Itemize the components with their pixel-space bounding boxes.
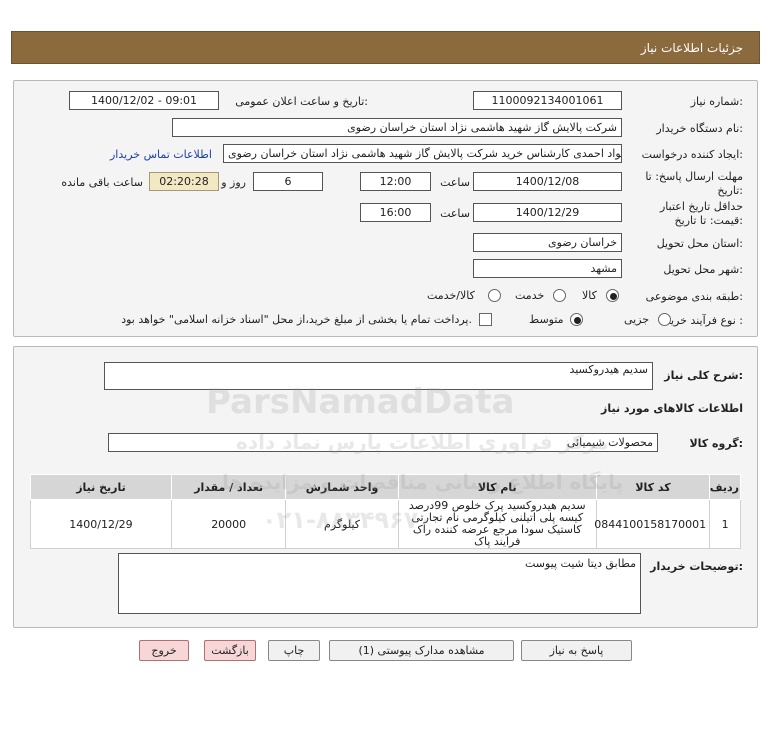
category-option-goods: کالا [582,289,597,302]
category-option-service: خدمت [515,289,545,302]
deadline-time-field: 12:00 [360,172,431,191]
cell-item-name: سدیم هیدروکسید پرک خلوص 99درصد کیسه پلی … [397,499,597,549]
announce-datetime-label: تاریخ و ساعت اعلان عمومی: [235,95,368,108]
price-validity-date-field: 1400/12/29 [473,203,622,222]
page-title: جزئیات اطلاعات نیاز [640,41,743,55]
table-row: 1 0844100158170001 سدیم هیدروکسید پرک خل… [30,499,741,549]
process-option-medium: متوسط [529,313,564,326]
col-item-code: کد کالا [595,474,711,500]
treasury-payment-checkbox[interactable] [479,313,492,326]
buyer-contact-link[interactable]: اطلاعات تماس خریدار [110,148,212,161]
treasury-payment-note: پرداخت تمام یا بخشی از مبلغ خرید،از محل … [121,313,472,326]
cell-row-number: 1 [709,499,741,549]
delivery-city-label: شهر محل تحویل: [663,263,743,276]
back-button[interactable]: بازگشت [204,640,256,661]
price-validity-time-field: 16:00 [360,203,431,222]
col-need-date: تاریخ نیاز [30,474,172,500]
deadline-label-line1: مهلت ارسال پاسخ: تا [645,170,743,183]
view-attachments-button[interactable]: مشاهده مدارک پیوستی (1) [329,640,514,661]
table-header-row: ردیف کد کالا نام کالا واحد شمارش تعداد /… [30,474,741,500]
price-validity-time-label: ساعت [440,207,470,220]
col-row-number: ردیف [709,474,741,500]
page-header: جزئیات اطلاعات نیاز [11,31,760,64]
col-item-name: نام کالا [397,474,597,500]
price-validity-label-line1: حداقل تاریخ اعتبار [659,200,743,213]
cell-quantity: 20000 [170,499,287,549]
cell-unit: کیلوگرم [285,499,399,549]
days-label: روز و [221,176,246,189]
deadline-label-line2: تاریخ: [717,184,743,197]
announce-datetime-field: 1400/12/02 - 09:01 [69,91,219,110]
category-label: طبقه بندی موضوعی: [645,290,743,303]
process-radio-minor[interactable] [658,313,671,326]
need-summary-field: سدیم هیدروکسید [104,362,653,390]
cell-need-date: 1400/12/29 [30,499,172,549]
remaining-time-label: ساعت باقی مانده [61,176,143,189]
goods-info-title: اطلاعات کالاهای مورد نیاز [601,402,743,415]
process-radio-medium[interactable] [570,313,583,326]
col-quantity: تعداد / مقدار [170,474,287,500]
deadline-label: مهلت ارسال پاسخ: تا تاریخ: [645,170,743,198]
price-validity-label-line2: قیمت: تا تاریخ: [674,214,743,227]
process-type-label: نوع فرآیند خرید : [665,314,743,327]
request-creator-field: جواد احمدی کارشناس خرید شرکت پالایش گاز … [223,144,622,163]
price-validity-label: حداقل تاریخ اعتبار قیمت: تا تاریخ: [660,200,743,228]
delivery-province-label: استان محل تحویل: [656,237,743,250]
buyer-notes-field: مطابق دیتا شیت پیوست [118,553,641,614]
category-option-goods-service: کالا/خدمت [427,289,475,302]
goods-group-label: گروه کالا: [689,437,743,450]
need-number-field: 1100092134001061 [473,91,622,110]
buyer-org-label: نام دستگاه خریدار: [656,122,743,135]
category-radio-goods[interactable] [606,289,619,302]
need-summary-label: شرح کلی نیاز: [664,369,743,382]
buyer-org-field: شرکت پالایش گاز شهید هاشمی نژاد استان خر… [172,118,622,137]
deadline-time-label: ساعت [440,176,470,189]
remaining-time-field: 02:20:28 [149,172,219,191]
category-radio-service[interactable] [553,289,566,302]
goods-group-field: محصولات شیمیائی [108,433,658,452]
reply-button[interactable]: پاسخ به نیاز [521,640,632,661]
print-button[interactable]: چاپ [268,640,320,661]
need-number-label: شماره نیاز: [690,95,743,108]
exit-button[interactable]: خروج [139,640,189,661]
delivery-province-field: خراسان رضوی [473,233,622,252]
col-unit: واحد شمارش [285,474,399,500]
buyer-notes-label: توضیحات خریدار: [650,560,743,573]
cell-item-code: 0844100158170001 [594,499,711,549]
deadline-date-field: 1400/12/08 [473,172,622,191]
days-remaining-field: 6 [253,172,323,191]
delivery-city-field: مشهد [473,259,622,278]
process-option-minor: جزیی [624,313,650,326]
category-radio-goods-service[interactable] [488,289,501,302]
request-creator-label: ایجاد کننده درخواست: [641,148,743,161]
goods-table: ردیف کد کالا نام کالا واحد شمارش تعداد /… [30,474,741,549]
